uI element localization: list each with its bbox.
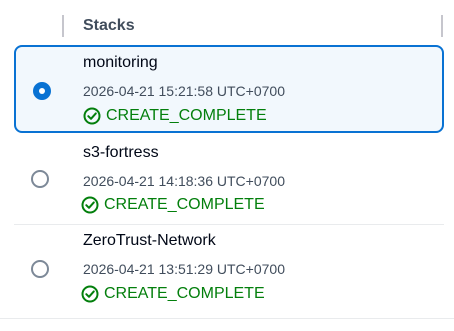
stack-name[interactable]: monitoring [83,53,158,73]
table-header: Stacks [0,0,454,44]
column-resizer[interactable] [441,15,443,37]
stack-status: CREATE_COMPLETE [81,284,265,304]
table-row[interactable]: monitoring 2026-04-21 15:21:58 UTC+0700 … [14,45,444,133]
stack-name[interactable]: s3-fortress [83,143,159,163]
column-resizer[interactable] [62,15,64,37]
row-radio-button[interactable] [31,170,49,188]
check-circle-icon [81,285,99,303]
table-row[interactable]: s3-fortress 2026-04-21 14:18:36 UTC+0700… [0,135,444,224]
column-header-stacks[interactable]: Stacks [83,14,135,38]
row-radio-button[interactable] [31,260,49,278]
status-label: CREATE_COMPLETE [104,196,265,213]
status-label: CREATE_COMPLETE [106,107,267,124]
row-radio-button[interactable] [33,82,51,100]
table-row[interactable]: ZeroTrust-Network 2026-04-21 13:51:29 UT… [0,225,444,315]
status-label: CREATE_COMPLETE [104,285,265,302]
stack-status: CREATE_COMPLETE [83,106,267,126]
stack-timestamp: 2026-04-21 13:51:29 UTC+0700 [83,261,285,277]
stack-status: CREATE_COMPLETE [81,195,265,215]
stack-timestamp: 2026-04-21 15:21:58 UTC+0700 [83,83,285,99]
check-circle-icon [81,196,99,214]
stacks-table: Stacks monitoring 2026-04-21 15:21:58 UT… [0,0,454,331]
stack-timestamp: 2026-04-21 14:18:36 UTC+0700 [83,173,285,189]
check-circle-icon [83,107,101,125]
table-bottom-edge [0,318,454,331]
stack-name[interactable]: ZeroTrust-Network [83,231,216,251]
